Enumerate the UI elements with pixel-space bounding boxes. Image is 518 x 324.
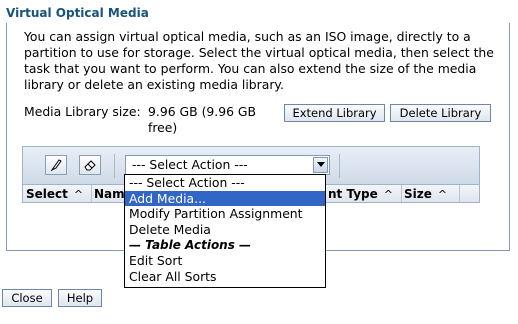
sort-ascending-icon[interactable]: ^ <box>384 188 393 201</box>
help-button[interactable]: Help <box>58 289 102 307</box>
section-title: Virtual Optical Media <box>6 6 149 20</box>
select-action-dropdown[interactable]: --- Select Action --- <box>125 155 330 175</box>
menu-item-modify-partition-assignment[interactable]: Modify Partition Assignment <box>125 206 325 222</box>
column-header-size[interactable]: Size ^ <box>404 187 447 201</box>
close-button[interactable]: Close <box>2 289 52 307</box>
menu-item-clear-all-sorts[interactable]: Clear All Sorts <box>125 269 325 285</box>
column-header-assignment-type[interactable]: nt Type ^ <box>328 187 393 201</box>
intro-text: You can assign virtual optical media, su… <box>24 29 494 92</box>
column-header-name[interactable]: Nam <box>94 187 125 201</box>
toolbar-divider <box>114 154 115 178</box>
sort-ascending-icon[interactable]: ^ <box>438 188 447 201</box>
extend-library-button[interactable]: Extend Library <box>284 104 385 122</box>
select-action-menu: --- Select Action --- Add Media... Modif… <box>124 174 326 288</box>
media-library-size-value: 9.96 GB (9.96 GB free) <box>148 104 257 135</box>
toolbar-divider <box>339 154 340 178</box>
delete-library-button[interactable]: Delete Library <box>390 104 491 122</box>
menu-item-add-media[interactable]: Add Media... <box>125 190 325 207</box>
media-library-size-label: Media Library size: <box>24 104 141 119</box>
menu-category-table-actions: — Table Actions — <box>129 237 252 252</box>
deselect-all-icon[interactable] <box>79 155 101 175</box>
menu-item-delete-media[interactable]: Delete Media <box>125 222 325 238</box>
chevron-down-icon[interactable] <box>313 157 328 173</box>
column-divider <box>91 185 92 202</box>
sort-ascending-icon[interactable]: ^ <box>74 188 83 201</box>
column-header-select[interactable]: Select ^ <box>26 187 83 201</box>
select-all-icon[interactable] <box>45 155 67 175</box>
menu-item-edit-sort[interactable]: Edit Sort <box>125 253 325 269</box>
menu-item-select-action[interactable]: --- Select Action --- <box>125 175 325 191</box>
column-divider <box>459 185 460 202</box>
select-action-value: --- Select Action --- <box>132 157 248 172</box>
column-divider <box>401 185 402 202</box>
